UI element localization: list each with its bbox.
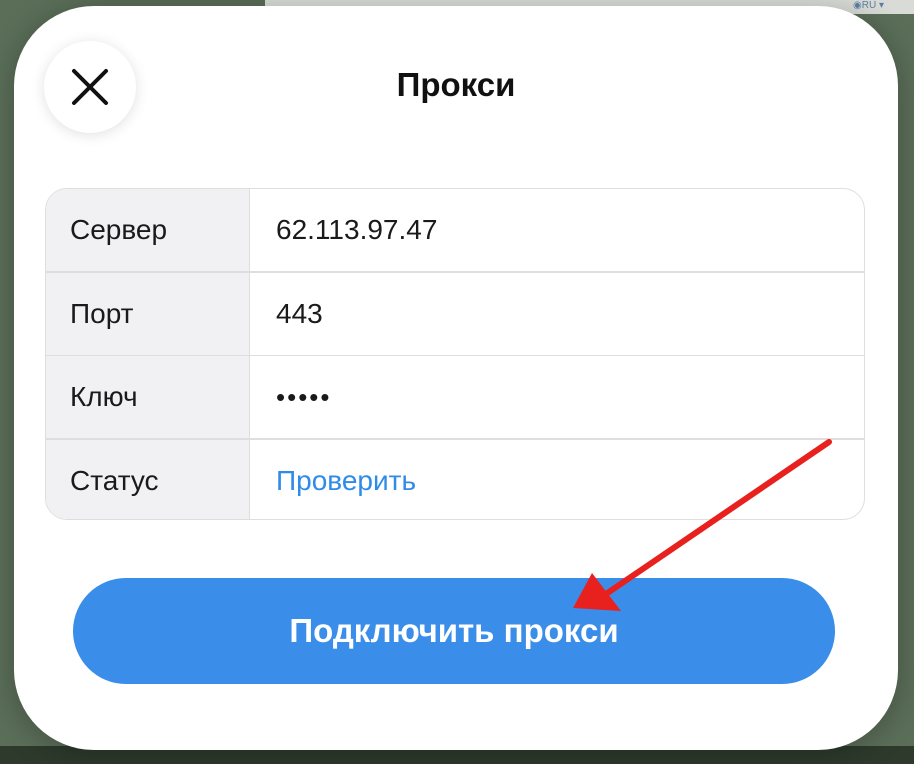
proxy-details-table: Сервер 62.113.97.47 Порт 443 Ключ ••••• …: [45, 188, 865, 520]
language-indicator: ◉RU ▾: [853, 0, 884, 11]
connect-proxy-button[interactable]: Подключить прокси: [73, 578, 835, 684]
table-row-server: Сервер 62.113.97.47: [46, 189, 864, 271]
key-label: Ключ: [46, 356, 250, 438]
dialog-title: Прокси: [396, 66, 516, 103]
server-value[interactable]: 62.113.97.47: [250, 189, 864, 271]
table-row-port: Порт 443: [46, 272, 864, 355]
port-label: Порт: [46, 272, 250, 355]
status-label: Статус: [46, 439, 250, 519]
port-value[interactable]: 443: [250, 273, 864, 355]
server-label: Сервер: [46, 189, 250, 271]
check-status-link[interactable]: Проверить: [250, 440, 864, 520]
table-row-status: Статус Проверить: [46, 439, 864, 520]
proxy-dialog: Прокси Сервер 62.113.97.47 Порт 443 Ключ…: [14, 6, 898, 750]
key-value[interactable]: •••••: [250, 356, 864, 438]
table-row-key: Ключ •••••: [46, 356, 864, 438]
